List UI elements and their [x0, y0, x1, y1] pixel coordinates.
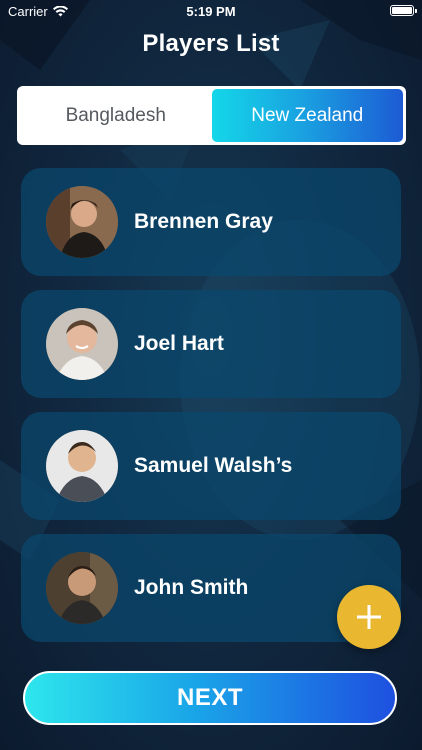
page-title: Players List [142, 30, 280, 57]
player-avatar [46, 186, 118, 258]
next-button[interactable]: NEXT [23, 671, 397, 725]
player-name: John Smith [134, 576, 249, 599]
player-name: Brennen Gray [134, 210, 273, 233]
tab-new-zealand[interactable]: New Zealand [211, 89, 403, 142]
player-avatar [46, 552, 118, 624]
add-player-button[interactable] [337, 585, 401, 649]
player-card[interactable]: Brennen Gray [21, 168, 401, 276]
status-bar: Carrier 5:19 PM [0, 0, 422, 22]
team-segmented-control: Bangladesh New Zealand [17, 86, 406, 145]
battery-icon [390, 5, 417, 16]
player-name: Samuel Walsh’s [134, 454, 293, 477]
status-time: 5:19 PM [186, 4, 236, 19]
player-name: Joel Hart [134, 332, 224, 355]
tab-bangladesh[interactable]: Bangladesh [20, 89, 212, 142]
plus-icon [357, 605, 381, 629]
player-card[interactable]: Samuel Walsh’s [21, 412, 401, 520]
player-avatar [46, 430, 118, 502]
player-avatar [46, 308, 118, 380]
player-card[interactable]: Joel Hart [21, 290, 401, 398]
